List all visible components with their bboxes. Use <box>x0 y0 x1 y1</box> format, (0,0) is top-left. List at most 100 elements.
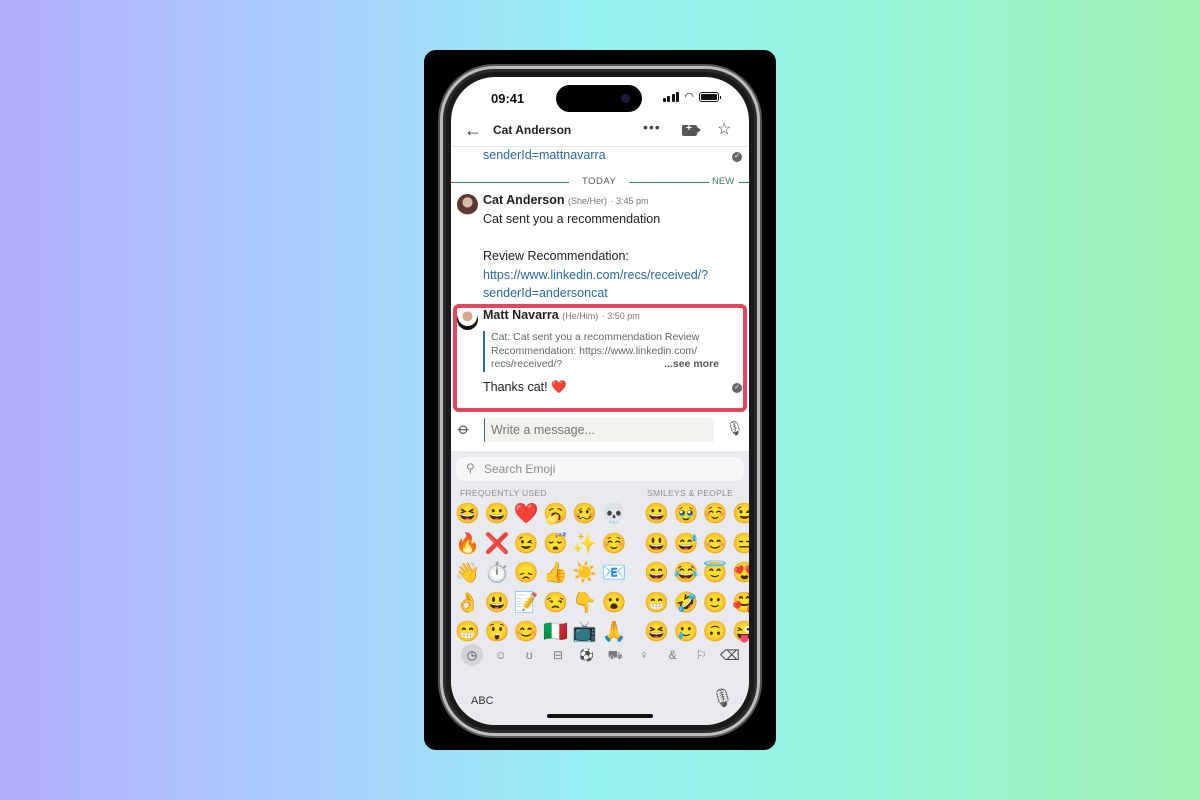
emoji-key[interactable]: 👋 <box>453 559 482 589</box>
emoji-key[interactable]: ❤️ <box>512 500 541 530</box>
previous-message-link[interactable]: senderId=mattnavarra <box>483 148 606 162</box>
emoji-key[interactable]: 😄 <box>642 559 671 589</box>
emoji-key[interactable]: ⏱️ <box>482 559 511 589</box>
message-sender-cat: Cat Anderson (She/Her) · 3:45 pm <box>483 193 649 207</box>
emoji-key[interactable]: 📧 <box>599 559 628 589</box>
emoji-key[interactable]: 📝 <box>512 589 541 619</box>
emoji-key[interactable]: 😉 <box>512 530 541 560</box>
recommendation-link-cont[interactable]: senderId=andersoncat <box>483 284 708 303</box>
search-icon: ⚲ <box>466 461 475 475</box>
sender-pronouns: (He/Him) <box>562 311 599 321</box>
avatar-matt-navarra[interactable] <box>457 309 478 330</box>
emoji-key[interactable]: 😀 <box>642 500 671 530</box>
conversation-header: ← Cat Anderson ••• + ☆ <box>451 117 749 147</box>
travel-icon[interactable]: ⛟ <box>604 644 626 666</box>
message-line: Cat sent you a recommendation <box>483 212 661 226</box>
home-indicator[interactable] <box>547 714 653 718</box>
divider-new-label: NEW <box>712 176 735 187</box>
message-time: 3:45 pm <box>615 196 649 206</box>
emoji-category-bar: ◷ ☺ ʊ ⊟ ⚽ ⛟ ♀ & ⚐ <box>461 644 741 666</box>
abc-keyboard-button[interactable]: ABC <box>471 695 494 707</box>
emoji-key[interactable]: 😂 <box>671 559 700 589</box>
today-divider: TODAY NEW <box>451 176 749 188</box>
emoji-key[interactable]: 😞 <box>512 559 541 589</box>
quoted-message[interactable]: Cat: Cat sent you a recommendation Revie… <box>483 331 723 372</box>
emoji-keyboard: ⚲ Search Emoji FREQUENTLY USED SMILEYS &… <box>451 451 749 725</box>
emoji-key[interactable]: 😆 <box>453 500 482 530</box>
video-call-icon[interactable]: + <box>682 123 701 136</box>
smiley-icon[interactable]: ☺ <box>490 644 512 666</box>
star-icon[interactable]: ☆ <box>717 119 731 139</box>
food-icon[interactable]: ⊟ <box>547 644 569 666</box>
quote-line: Cat: Cat sent you a recommendation Revie… <box>491 331 700 343</box>
paperclip-icon[interactable]: ⌀ <box>453 419 474 440</box>
emoji-key[interactable]: 👇 <box>570 589 599 619</box>
emoji-search-placeholder: Search Emoji <box>484 462 556 476</box>
emoji-key[interactable]: 😴 <box>541 530 570 560</box>
emoji-key[interactable]: 😃 <box>482 589 511 619</box>
sender-name[interactable]: Matt Navarra <box>483 308 559 322</box>
read-receipt-icon: ✓ <box>732 383 742 393</box>
animal-icon[interactable]: ʊ <box>518 644 540 666</box>
wifi-icon: ◠ <box>684 91 694 103</box>
emoji-key[interactable]: 👍 <box>541 559 570 589</box>
emoji-key[interactable]: 😒 <box>541 589 570 619</box>
emoji-key[interactable]: 😊 <box>701 530 730 560</box>
emoji-grid-frequent: 😆 😀 ❤️ 🥱 🥴 💀 🔥 ❌ 😉 😴 ✨ ☺️ 👋 ⏱️ 😞 👍 ☀️ 📧 👌 😃 📝 😒 👇 😮 😁 😲 😊 🇮🇹 📺 🙏 <box>453 500 629 648</box>
activity-icon[interactable]: ⚽ <box>576 644 598 666</box>
emoji-key[interactable]: 😀 <box>482 500 511 530</box>
message-composer: ⌀ 🎙︎ <box>451 414 749 446</box>
emoji-key[interactable]: 🥹 <box>671 500 700 530</box>
emoji-key[interactable]: 😃 <box>642 530 671 560</box>
objects-icon[interactable]: ♀ <box>633 644 655 666</box>
emoji-key[interactable]: ❌ <box>482 530 511 560</box>
emoji-key[interactable]: 🔥 <box>453 530 482 560</box>
dynamic-island <box>556 85 642 112</box>
emoji-key[interactable]: ☀️ <box>570 559 599 589</box>
read-receipt-icon: ✓ <box>732 152 742 162</box>
see-more-link[interactable]: ...see more <box>664 358 719 372</box>
conversation-title[interactable]: Cat Anderson <box>493 123 571 137</box>
dictation-microphone-icon[interactable]: 🎙︎ <box>711 688 734 709</box>
emoji-key[interactable]: 👌 <box>453 589 482 619</box>
emoji-key[interactable]: 🙂 <box>701 589 730 619</box>
emoji-key[interactable]: 😍 <box>730 559 749 589</box>
phone-screen: 09:41 ◠ ← Cat Anderson ••• + ☆ senderId=… <box>451 77 749 725</box>
message-input[interactable] <box>484 418 714 442</box>
quote-line: Recommendation: https://www.linkedin.com… <box>491 344 698 357</box>
recent-icon[interactable]: ◷ <box>461 644 483 666</box>
microphone-icon[interactable]: 🎙︎ <box>726 420 744 437</box>
battery-icon <box>699 92 721 102</box>
emoji-key[interactable]: 😮 <box>599 589 628 619</box>
emoji-key[interactable]: 😁 <box>642 589 671 619</box>
emoji-key[interactable]: 🥴 <box>570 500 599 530</box>
emoji-key[interactable]: ☺️ <box>701 500 730 530</box>
emoji-key[interactable]: ☺️ <box>599 530 628 560</box>
message-line: Review Recommendation: <box>483 249 629 263</box>
divider-today-label: TODAY <box>582 176 617 187</box>
emoji-key[interactable]: 💀 <box>599 500 628 530</box>
section-label-frequent: FREQUENTLY USED <box>460 488 547 498</box>
emoji-key[interactable]: 🥱 <box>541 500 570 530</box>
emoji-key[interactable]: 🤣 <box>671 589 700 619</box>
message-time: 3:50 pm <box>607 311 640 321</box>
emoji-key[interactable]: 😅 <box>671 530 700 560</box>
emoji-key[interactable]: 😇 <box>701 559 730 589</box>
ellipsis-icon[interactable]: ••• <box>643 119 661 135</box>
emoji-key[interactable]: 🥰 <box>730 589 749 619</box>
emoji-search-input[interactable]: ⚲ Search Emoji <box>456 457 744 481</box>
arrow-left-icon[interactable]: ← <box>464 120 482 141</box>
symbols-icon[interactable]: & <box>662 644 684 666</box>
signal-icon <box>662 92 680 102</box>
status-bar: 09:41 ◠ <box>451 77 749 121</box>
message-body-cat: Cat sent you a recommendation Review Rec… <box>483 210 708 303</box>
message-sender-matt: Matt Navarra (He/Him) · 3:50 pm <box>483 308 640 322</box>
emoji-key[interactable]: 😑 <box>730 530 749 560</box>
emoji-key[interactable]: 😉 <box>730 500 749 530</box>
sender-name[interactable]: Cat Anderson <box>483 193 565 207</box>
emoji-key[interactable]: ✨ <box>570 530 599 560</box>
delete-icon[interactable]: ⌫ <box>720 647 740 664</box>
avatar-cat-anderson[interactable] <box>457 194 478 215</box>
flag-icon[interactable]: ⚐ <box>690 644 712 666</box>
recommendation-link[interactable]: https://www.linkedin.com/recs/received/? <box>483 266 708 285</box>
